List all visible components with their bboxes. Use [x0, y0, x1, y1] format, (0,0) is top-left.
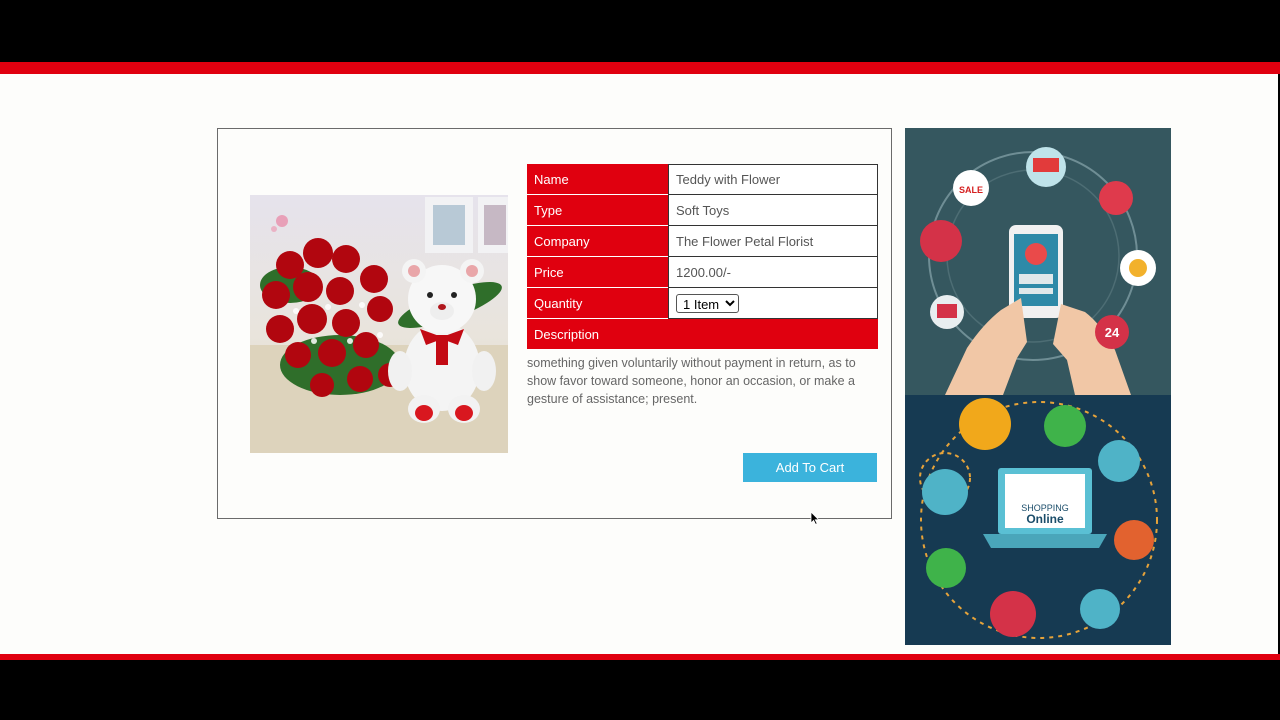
- sale-badge-text: SALE: [959, 185, 983, 195]
- detail-row-quantity: Quantity 1 Item: [527, 288, 878, 319]
- detail-row-description: Description: [527, 319, 878, 350]
- detail-row-name: Name Teddy with Flower: [527, 164, 878, 195]
- type-label: Type: [527, 195, 668, 226]
- name-value: Teddy with Flower: [668, 164, 878, 195]
- quantity-label: Quantity: [527, 288, 668, 319]
- laptop-line2-text: Online: [1026, 512, 1064, 526]
- description-label: Description: [527, 319, 878, 350]
- company-value: The Flower Petal Florist: [668, 226, 878, 257]
- product-details-table: Name Teddy with Flower Type Soft Toys Co…: [527, 164, 878, 350]
- product-image: [250, 195, 508, 453]
- video-letterbox-top: [0, 0, 1280, 62]
- quantity-cell: 1 Item: [668, 288, 878, 319]
- price-value: 1200.00/-: [668, 257, 878, 288]
- add-to-cart-button[interactable]: Add To Cart: [743, 453, 877, 482]
- name-label: Name: [527, 164, 668, 195]
- type-value: Soft Toys: [668, 195, 878, 226]
- mouse-pointer-icon: [810, 511, 820, 525]
- product-card: Name Teddy with Flower Type Soft Toys Co…: [217, 128, 892, 519]
- detail-row-company: Company The Flower Petal Florist: [527, 226, 878, 257]
- quantity-select[interactable]: 1 Item: [676, 293, 739, 313]
- video-letterbox-bottom: [0, 660, 1280, 720]
- description-text: something given voluntarily without paym…: [527, 356, 856, 406]
- price-label: Price: [527, 257, 668, 288]
- detail-row-price: Price 1200.00/-: [527, 257, 878, 288]
- header-red-stripe: [0, 62, 1280, 74]
- hours-badge-text: 24: [1105, 325, 1120, 340]
- promo-banner: SALE 24 SHOPPING Online: [905, 128, 1171, 645]
- company-label: Company: [527, 226, 668, 257]
- detail-row-type: Type Soft Toys: [527, 195, 878, 226]
- page-content: Name Teddy with Flower Type Soft Toys Co…: [0, 74, 1278, 654]
